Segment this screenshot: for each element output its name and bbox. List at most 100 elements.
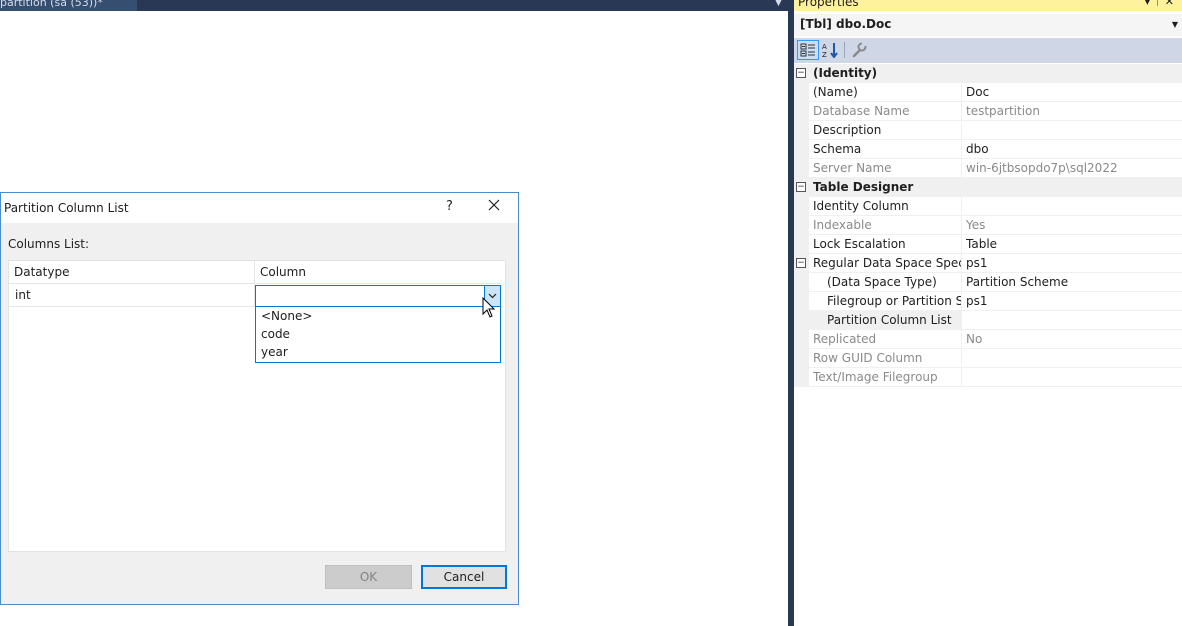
property-name: Schema (809, 140, 961, 159)
property-category[interactable]: − Table Designer (794, 178, 1182, 197)
property-row[interactable]: Partition Column List (794, 311, 1182, 330)
property-value[interactable] (961, 368, 1182, 387)
property-row-margin (794, 368, 809, 387)
columns-list-label: Columns List: (8, 237, 90, 251)
column-header-column: Column (255, 261, 501, 284)
cancel-button[interactable]: Cancel (421, 565, 507, 589)
property-name: Filegroup or Partition Sche (809, 292, 961, 311)
document-tab-strip: partition (sa (53))* ▼ (0, 0, 790, 11)
property-name: Description (809, 121, 961, 140)
dropdown-option[interactable]: year (256, 343, 500, 361)
property-value[interactable]: ps1 (961, 254, 1182, 273)
property-row[interactable]: (Name) Doc (794, 83, 1182, 102)
property-row[interactable]: (Data Space Type) Partition Scheme (794, 273, 1182, 292)
property-name: (Name) (809, 83, 961, 102)
collapse-icon[interactable]: − (796, 68, 806, 78)
help-button[interactable]: ? (446, 199, 453, 214)
property-row[interactable]: Text/Image Filegroup (794, 368, 1182, 387)
property-name: Partition Column List (809, 311, 961, 330)
property-row[interactable]: Server Name win-6jtbsopdo7p\sql2022 (794, 159, 1182, 178)
close-icon (488, 199, 500, 211)
property-name: (Identity) (809, 64, 1182, 83)
column-combobox[interactable] (255, 285, 501, 307)
wrench-icon (852, 42, 867, 58)
dropdown-option[interactable]: code (256, 325, 500, 343)
property-row-margin (794, 83, 809, 102)
property-row[interactable]: Row GUID Column (794, 349, 1182, 368)
property-value[interactable]: Partition Scheme (961, 273, 1182, 292)
property-row[interactable]: Description (794, 121, 1182, 140)
property-pages-button[interactable] (848, 40, 870, 60)
property-value[interactable]: testpartition (961, 102, 1182, 121)
mouse-cursor-icon (482, 297, 496, 318)
categorized-button[interactable] (797, 40, 819, 60)
document-tab-title: partition (sa (53))* (0, 0, 103, 9)
property-row-margin (794, 292, 809, 311)
property-row-margin (794, 121, 809, 140)
tab-list-dropdown-icon[interactable]: ▼ (775, 0, 782, 8)
alphabetical-button[interactable]: A Z (820, 40, 842, 60)
categorized-icon (800, 43, 815, 57)
property-value[interactable] (961, 121, 1182, 140)
property-row-margin (794, 197, 809, 216)
property-row-margin (794, 330, 809, 349)
property-row[interactable]: −Regular Data Space Specificatps1 (794, 254, 1182, 273)
property-name: Replicated (809, 330, 961, 349)
property-grid: − (Identity) (Name) Doc Database Name testpar… (794, 64, 1182, 387)
property-row-margin (794, 216, 809, 235)
property-row[interactable]: Replicated No (794, 330, 1182, 349)
collapse-icon[interactable]: − (796, 182, 806, 192)
collapse-icon[interactable]: − (796, 258, 806, 268)
close-icon[interactable]: ✕ (1165, 0, 1178, 8)
property-row-margin: − (794, 254, 809, 273)
property-row[interactable]: Filegroup or Partition Scheps1 (794, 292, 1182, 311)
property-value[interactable] (961, 311, 1182, 330)
property-value[interactable]: No (961, 330, 1182, 349)
property-name: Text/Image Filegroup (809, 368, 961, 387)
property-row[interactable]: Identity Column (794, 197, 1182, 216)
object-selector[interactable]: [Tbl] dbo.Doc ▼ (794, 14, 1182, 36)
close-button[interactable] (487, 197, 501, 216)
dialog-title-bar: Partition Column List ? (1, 193, 518, 223)
dropdown-option[interactable]: <None> (256, 307, 500, 325)
chevron-down-icon: ▼ (1171, 20, 1178, 29)
property-name: Indexable (809, 216, 961, 235)
property-name: (Data Space Type) (809, 273, 961, 292)
columns-grid: Datatype Column int <None> code year (8, 260, 506, 552)
document-tab[interactable]: partition (sa (53))* (0, 0, 137, 11)
property-row-margin (794, 102, 809, 121)
properties-title: Properties (798, 0, 859, 9)
property-row[interactable]: Indexable Yes (794, 216, 1182, 235)
property-category[interactable]: − (Identity) (794, 64, 1182, 83)
property-value[interactable]: Doc (961, 83, 1182, 102)
property-value[interactable]: win-6jtbsopdo7p\sql2022 (961, 159, 1182, 178)
property-value[interactable]: ps1 (961, 292, 1182, 311)
property-value[interactable]: Yes (961, 216, 1182, 235)
properties-panel: Properties ▾ᛘ✕ [Tbl] dbo.Doc ▼ A Z − (Id… (794, 0, 1182, 626)
property-row-margin (794, 273, 809, 292)
property-name: Row GUID Column (809, 349, 961, 368)
property-name: Regular Data Space Specificat (809, 254, 961, 273)
property-row[interactable]: Database Name testpartition (794, 102, 1182, 121)
property-value[interactable]: dbo (961, 140, 1182, 159)
column-header-datatype: Datatype (9, 261, 255, 284)
property-row-margin: − (794, 178, 809, 197)
property-value[interactable]: Table (961, 235, 1182, 254)
property-row-margin (794, 140, 809, 159)
property-row-margin (794, 311, 809, 330)
ok-button[interactable]: OK (325, 565, 412, 589)
property-row-margin (794, 235, 809, 254)
property-name: Lock Escalation (809, 235, 961, 254)
pin-icon[interactable]: ᛘ (1154, 0, 1165, 8)
property-row[interactable]: Lock Escalation Table (794, 235, 1182, 254)
partition-column-list-dialog: Partition Column List ? Columns List: Da… (0, 192, 519, 605)
property-name: Database Name (809, 102, 961, 121)
property-value[interactable] (961, 349, 1182, 368)
window-menu-icon[interactable]: ▾ (1145, 0, 1155, 8)
toolbar-separator (844, 42, 845, 58)
property-name: Identity Column (809, 197, 961, 216)
property-row[interactable]: Schema dbo (794, 140, 1182, 159)
property-row-margin: − (794, 64, 809, 83)
property-value[interactable] (961, 197, 1182, 216)
properties-toolbar: A Z (794, 38, 1182, 63)
